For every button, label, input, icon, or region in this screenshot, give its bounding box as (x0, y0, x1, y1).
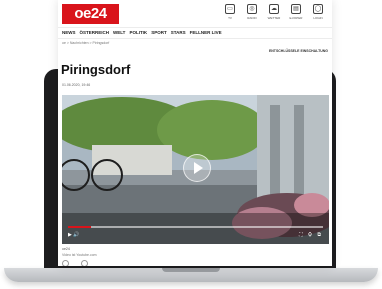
radio-icon: ◎ (247, 4, 257, 14)
header-icons: ▭ TV ◎ RADIO ☁ WETTER ▤ E-PAPER ◯ LOGIN (222, 4, 326, 20)
oe24-logo[interactable]: oe24 (62, 4, 119, 24)
news-page: oe24 ▭ TV ◎ RADIO ☁ WETTER ▤ E-PAPER ◯ LOGIN … (58, 0, 332, 266)
breadcrumb[interactable]: oe > Nachrichten > Piringsdorf (62, 41, 109, 45)
nav-item-sport[interactable]: SPORT (151, 28, 167, 38)
video-controls-left[interactable]: ▶ 🔊 (68, 232, 79, 238)
article-date: 01.06.2020, 19:46 (62, 83, 91, 87)
bookmark-icon[interactable] (81, 260, 88, 266)
video-player[interactable]: ▶ 🔊 ⛶ ⚙ ⧉ (62, 95, 329, 244)
laptop-notch (162, 268, 220, 272)
share-icons (62, 260, 88, 266)
top-bar: oe24 ▭ TV ◎ RADIO ☁ WETTER ▤ E-PAPER ◯ LOGIN (58, 0, 332, 27)
video-progress-bar[interactable] (68, 226, 323, 228)
epaper-button[interactable]: ▤ E-PAPER (288, 4, 304, 20)
main-navigation: NEWS ÖSTERREICH WELT POLITIK SPORT STARS… (58, 27, 332, 39)
weather-icon: ☁ (269, 4, 279, 14)
video-progress-fill (68, 226, 91, 228)
nav-item-news[interactable]: NEWS (62, 28, 76, 38)
video-controls-right[interactable]: ⛶ ⚙ ⧉ (299, 232, 323, 238)
tv-icon: ▭ (225, 4, 235, 14)
video-caption: oe24 (62, 247, 70, 251)
nav-item-welt[interactable]: WELT (113, 28, 125, 38)
epaper-icon: ▤ (291, 4, 301, 14)
login-icon: ◯ (313, 4, 323, 14)
radio-button[interactable]: ◎ RADIO (244, 4, 260, 20)
weather-button[interactable]: ☁ WETTER (266, 4, 282, 20)
nav-item-stars[interactable]: STARS (171, 28, 186, 38)
share-icon[interactable] (62, 260, 69, 266)
nav-item-oesterreich[interactable]: ÖSTERREICH (80, 28, 110, 38)
play-button[interactable] (183, 154, 211, 182)
settings-link[interactable]: ENTSCHLÜSSELE EINSCHALTUNG (269, 49, 328, 53)
login-button[interactable]: ◯ LOGIN (310, 4, 326, 20)
nav-item-politik[interactable]: POLITIK (129, 28, 147, 38)
tv-button[interactable]: ▭ TV (222, 4, 238, 20)
article-title: Piringsdorf (61, 62, 131, 77)
video-credit: Video ist Youtube.com (62, 253, 97, 257)
nav-item-fellner-live[interactable]: FELLNER LIVE (190, 28, 222, 38)
